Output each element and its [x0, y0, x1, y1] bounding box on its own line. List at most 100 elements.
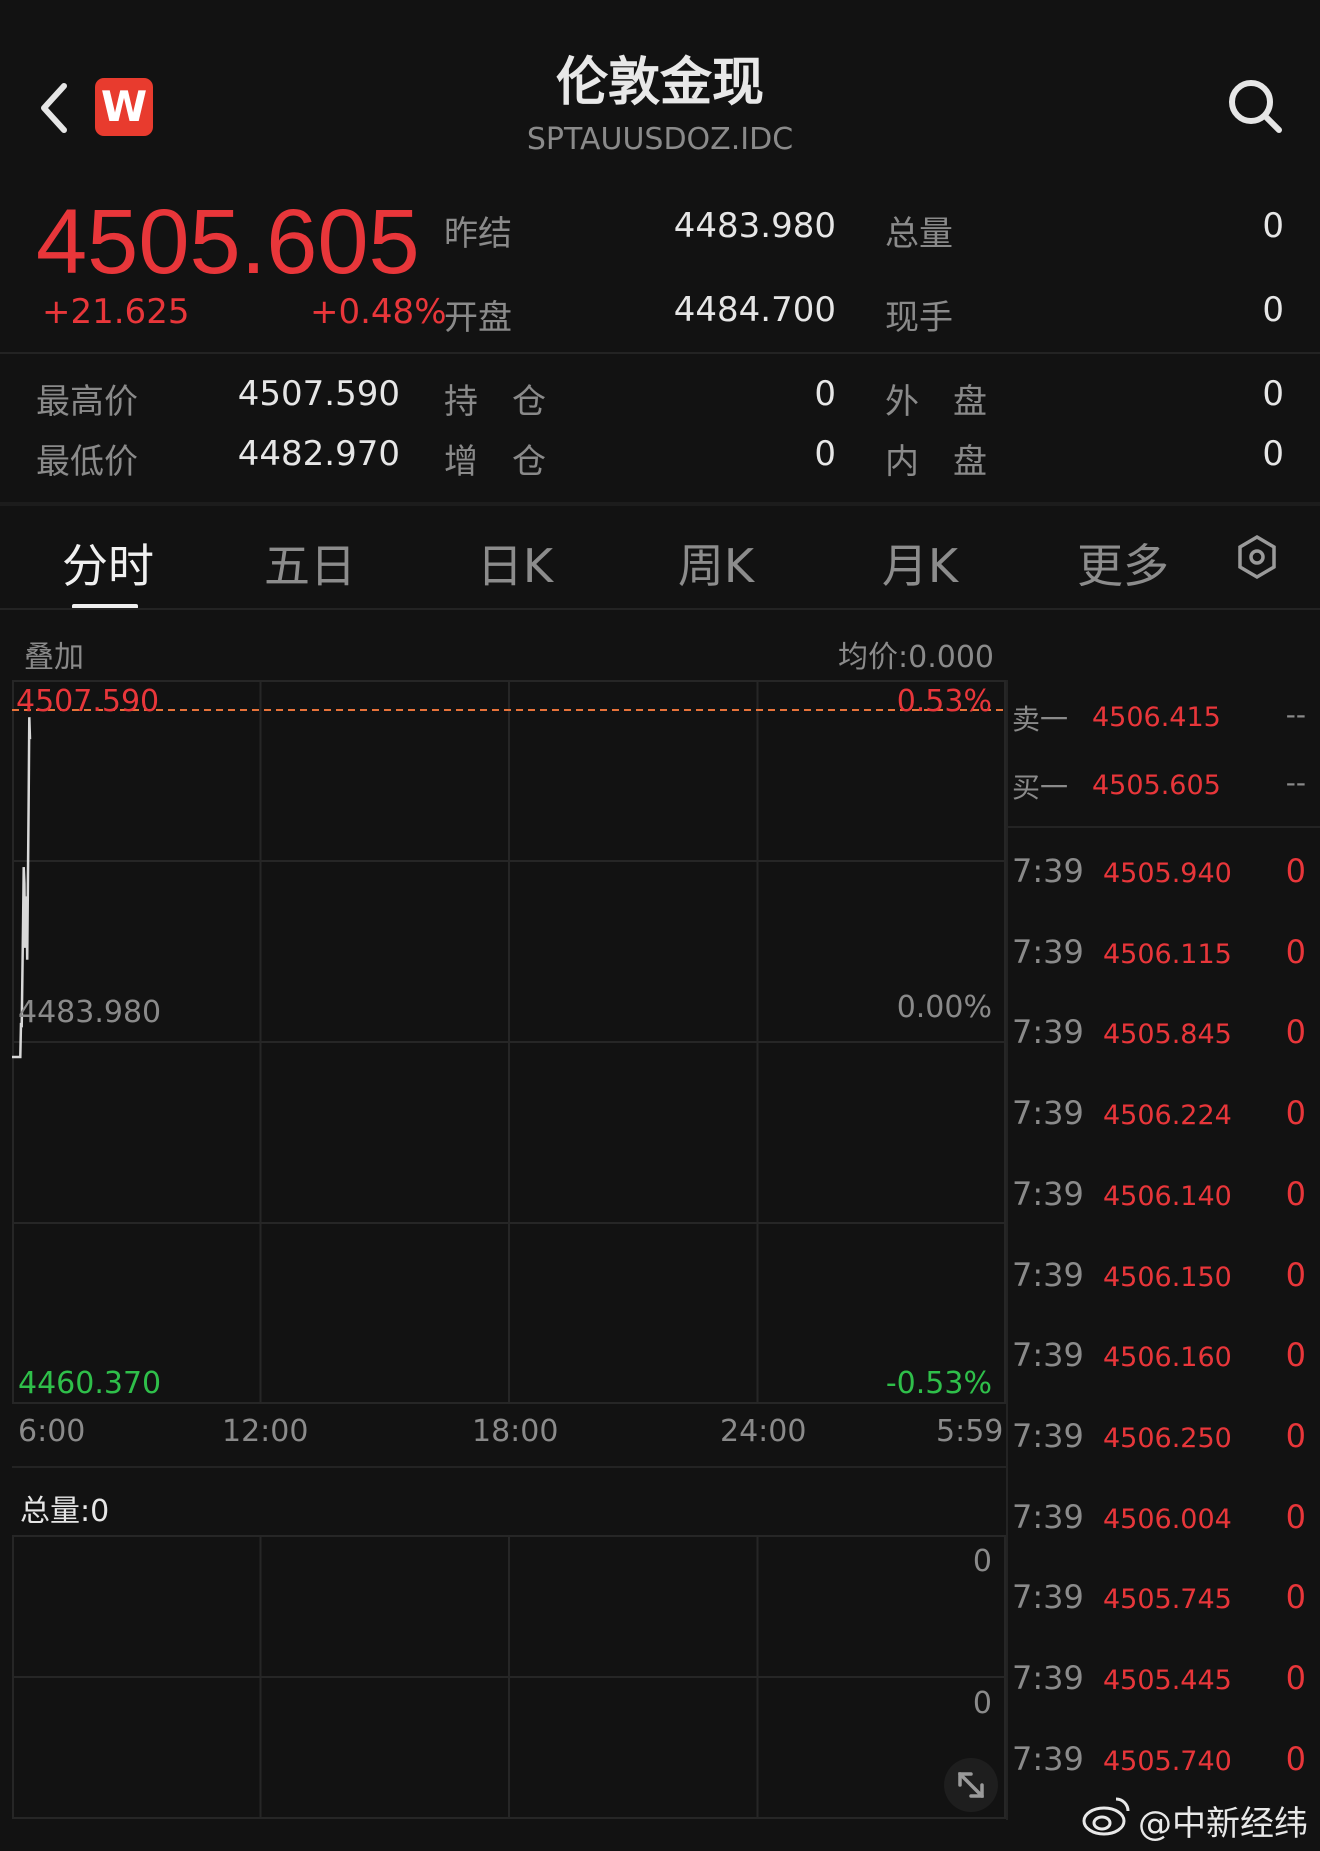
trade-time: 7:39 — [1012, 1175, 1084, 1213]
x-tick-label: 6:00 — [18, 1414, 86, 1449]
trade-time: 7:39 — [1012, 1094, 1084, 1132]
open-interest-label: 持 仓 — [444, 382, 546, 422]
trade-price: 4505.740 — [1103, 1746, 1232, 1777]
oi-change-value: 0 — [814, 434, 836, 474]
trade-volume: 0 — [1285, 1578, 1306, 1616]
x-tick-label: 24:00 — [720, 1414, 807, 1449]
overlay-button[interactable]: 叠加 — [24, 632, 84, 676]
tab-intraday[interactable]: 分时 — [28, 530, 188, 596]
trade-volume: 0 — [1285, 1659, 1306, 1697]
tab-more[interactable]: 更多 — [1043, 530, 1203, 596]
source-watermark: @中新经纬 — [1138, 1804, 1308, 1844]
current-hand-label: 现手 — [885, 298, 953, 338]
tab-five-day[interactable]: 五日 — [230, 530, 390, 596]
price-change: +21.625 — [42, 292, 190, 332]
trade-volume: 0 — [1285, 1336, 1306, 1374]
divider — [12, 1466, 1006, 1468]
instrument-code: SPTAUUSDOZ.IDC — [526, 122, 794, 157]
volume-chart — [12, 1535, 1006, 1819]
open-value: 4484.700 — [673, 290, 836, 330]
trade-time: 7:39 — [1012, 1659, 1084, 1697]
ask1-price: 4506.415 — [1092, 702, 1221, 733]
current-hand-value: 0 — [1262, 290, 1284, 330]
trade-volume: 0 — [1285, 933, 1306, 971]
trade-volume: 0 — [1285, 1417, 1306, 1455]
price-change-percent: +0.48% — [310, 292, 447, 332]
trade-time: 7:39 — [1012, 1013, 1084, 1051]
inner-volume-label: 内 盘 — [885, 442, 987, 482]
pct-axis-mid-label: 0.00% — [896, 990, 992, 1025]
low-label: 最低价 — [36, 442, 138, 482]
section-divider — [0, 502, 1320, 506]
x-tick-label: 12:00 — [222, 1414, 309, 1449]
hexagon-settings-icon — [1238, 534, 1276, 580]
trade-price: 4506.150 — [1103, 1262, 1232, 1293]
outer-volume-label: 外 盘 — [885, 382, 987, 422]
oi-change-label: 增 仓 — [444, 442, 546, 482]
page-title: 伦敦金现 — [555, 53, 764, 113]
ask1-label: 卖一 — [1012, 703, 1069, 736]
trade-time: 7:39 — [1012, 1740, 1084, 1778]
trade-volume: 0 — [1285, 1498, 1306, 1536]
total-volume-label: 总量 — [885, 214, 953, 254]
trade-time: 7:39 — [1012, 1256, 1084, 1294]
trade-volume: 0 — [1285, 1256, 1306, 1294]
trade-volume: 0 — [1285, 1013, 1306, 1051]
divider — [0, 608, 1320, 610]
pct-axis-min-label: -0.53% — [885, 1366, 992, 1401]
volume-total-label: 总量:0 — [20, 1494, 110, 1529]
volume-axis-label: 0 — [972, 1544, 992, 1579]
trade-time: 7:39 — [1012, 1498, 1084, 1536]
x-tick-label: 5:59 — [936, 1414, 1004, 1449]
tab-monthly-k[interactable]: 月K — [840, 530, 1000, 596]
x-tick-label: 18:00 — [472, 1414, 559, 1449]
y-axis-mid-label: 4483.980 — [18, 995, 162, 1030]
trade-price: 4506.004 — [1103, 1504, 1232, 1535]
low-value: 4482.970 — [237, 434, 400, 474]
expand-chart-button[interactable] — [944, 1758, 998, 1812]
search-button[interactable] — [1225, 76, 1285, 136]
divider — [1008, 826, 1320, 828]
trade-volume: 0 — [1285, 852, 1306, 890]
inner-volume-value: 0 — [1262, 434, 1284, 474]
trade-price: 4506.140 — [1103, 1181, 1232, 1212]
trade-price: 4506.160 — [1103, 1342, 1232, 1373]
bid1-price: 4505.605 — [1092, 770, 1221, 801]
trade-price: 4505.940 — [1103, 858, 1232, 889]
prev-settle-value: 4483.980 — [673, 206, 836, 246]
weibo-logo-icon — [1082, 1793, 1132, 1837]
trade-time: 7:39 — [1012, 852, 1084, 890]
open-label: 开盘 — [444, 298, 512, 338]
trade-volume: 0 — [1285, 1094, 1306, 1132]
tab-weekly-k[interactable]: 周K — [636, 530, 796, 596]
trade-price: 4506.224 — [1103, 1100, 1232, 1131]
bid1-volume: -- — [1285, 766, 1306, 799]
trade-volume: 0 — [1285, 1740, 1306, 1778]
intraday-price-chart[interactable] — [12, 680, 1006, 1404]
open-interest-value: 0 — [814, 374, 836, 414]
average-price: 均价:0.000 — [838, 640, 994, 675]
high-value: 4507.590 — [237, 374, 400, 414]
trade-price: 4505.845 — [1103, 1019, 1232, 1050]
expand-arrows-icon — [958, 1772, 984, 1798]
search-icon — [1229, 80, 1282, 133]
panel-divider — [1006, 680, 1008, 1820]
tab-daily-k[interactable]: 日K — [435, 530, 595, 596]
trade-volume: 0 — [1285, 1175, 1306, 1213]
trade-price: 4506.115 — [1103, 939, 1232, 970]
prev-settle-label: 昨结 — [444, 214, 512, 254]
trade-price: 4505.745 — [1103, 1584, 1232, 1615]
bid1-label: 买一 — [1012, 771, 1069, 804]
y-axis-min-label: 4460.370 — [18, 1366, 162, 1401]
chart-settings-button[interactable] — [1234, 534, 1280, 580]
trade-price: 4506.250 — [1103, 1423, 1232, 1454]
ask1-volume: -- — [1285, 698, 1306, 731]
last-price: 4505.605 — [36, 191, 420, 293]
high-label: 最高价 — [36, 382, 138, 422]
total-volume-value: 0 — [1262, 206, 1284, 246]
trade-price: 4505.445 — [1103, 1665, 1232, 1696]
trade-time: 7:39 — [1012, 1578, 1084, 1616]
trade-time: 7:39 — [1012, 933, 1084, 971]
volume-axis-label: 0 — [972, 1686, 992, 1721]
pct-axis-max-label: 0.53% — [896, 684, 992, 719]
